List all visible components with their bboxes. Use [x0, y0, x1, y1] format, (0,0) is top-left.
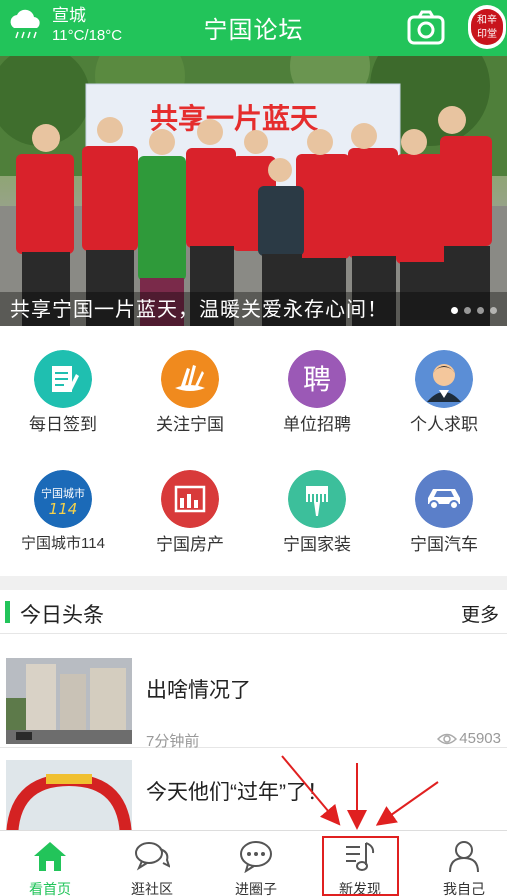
grid-item-property[interactable]: 宁国房产	[127, 446, 253, 556]
tab-discover[interactable]: 新发现	[310, 831, 410, 896]
community-icon	[135, 842, 170, 871]
tab-community[interactable]: 逛社区	[102, 831, 202, 896]
news-item[interactable]: 出啥情况了 7分钟前 45903	[0, 646, 507, 750]
tab-profile[interactable]: 我自己	[414, 831, 507, 896]
app-header: 宣城 11°C/18°C 宁国论坛 和辛 印堂	[0, 0, 507, 56]
carousel-dots[interactable]	[451, 307, 497, 314]
news-thumbnail	[6, 658, 132, 744]
follow-icon	[161, 350, 219, 408]
feature-grid: 每日签到 关注宁国 聘 单位招聘 个人求职 宁国城市 114 宁国城市114 宁…	[0, 326, 507, 576]
eye-icon	[437, 733, 458, 744]
banner-carousel[interactable]: 共享一片蓝天 共享宁国一片蓝天，温暖关爱永存心间！	[0, 56, 507, 326]
tab-label: 看首页	[29, 881, 71, 896]
home-icon	[34, 842, 66, 871]
car-icon	[415, 470, 473, 528]
headlines-title: 今日头条	[20, 604, 104, 627]
checkin-icon	[34, 350, 92, 408]
svg-text:聘: 聘	[303, 363, 331, 396]
grid-label: 宁国房产	[156, 535, 224, 554]
grid-item-follow[interactable]: 关注宁国	[127, 326, 253, 436]
more-link[interactable]: 更多	[461, 600, 499, 627]
grid-label: 宁国城市114	[21, 535, 105, 552]
carousel-dot[interactable]	[477, 307, 484, 314]
banner-photo: 共享一片蓝天	[0, 56, 507, 326]
tab-circles[interactable]: 进圈子	[206, 831, 306, 896]
news-view-count: 45903	[459, 730, 501, 747]
carousel-dot[interactable]	[464, 307, 471, 314]
job-seeker-icon	[415, 350, 473, 408]
profile-icon	[449, 841, 479, 873]
news-title: 出啥情况了	[146, 679, 251, 702]
weather-temperature: 11°C/18°C	[52, 27, 123, 44]
tab-home[interactable]: 看首页	[0, 831, 100, 896]
tab-label: 逛社区	[131, 881, 173, 896]
seal-logo: 和辛 印堂	[471, 9, 503, 45]
cloud-rain-icon	[10, 9, 40, 39]
svg-text:宁国城市: 宁国城市	[41, 486, 85, 500]
grid-item-recruit[interactable]: 聘 单位招聘	[254, 326, 380, 436]
grid-label: 关注宁国	[156, 415, 224, 434]
grid-item-checkin[interactable]: 每日签到	[0, 326, 126, 436]
weather-city: 宣城	[52, 6, 86, 25]
grid-label: 每日签到	[29, 415, 97, 434]
carousel-dot[interactable]	[451, 307, 458, 314]
discover-music-icon	[346, 842, 375, 871]
svg-text:114: 114	[49, 500, 78, 518]
tab-label: 进圈子	[235, 881, 277, 896]
grid-item-city114[interactable]: 宁国城市 114 宁国城市114	[0, 446, 126, 556]
grid-item-job-seeker[interactable]: 个人求职	[381, 326, 507, 436]
news-views: 45903	[437, 730, 501, 747]
circle-chat-icon	[240, 841, 272, 873]
city114-icon: 宁国城市 114	[34, 470, 92, 528]
grid-label: 单位招聘	[283, 415, 351, 434]
property-icon	[161, 470, 219, 528]
grid-label: 宁国家装	[283, 535, 351, 554]
app-title: 宁国论坛	[203, 17, 304, 44]
grid-item-decoration[interactable]: 宁国家装	[254, 446, 380, 556]
recruit-icon: 聘	[288, 350, 346, 408]
camera-icon[interactable]	[406, 8, 446, 48]
decoration-icon	[288, 470, 346, 528]
section-marker	[5, 601, 10, 623]
tab-label: 新发现	[339, 881, 381, 896]
grid-item-car[interactable]: 宁国汽车	[381, 446, 507, 556]
headlines-header: 今日头条 更多	[0, 590, 507, 634]
carousel-dot[interactable]	[490, 307, 497, 314]
tab-label: 我自己	[443, 881, 485, 896]
bottom-tab-bar: 看首页 逛社区 进圈子 新发现 我自己	[0, 830, 507, 896]
avatar[interactable]: 和辛 印堂	[468, 5, 506, 49]
banner-caption: 共享宁国一片蓝天，温暖关爱永存心间！	[10, 299, 388, 321]
banner-sign-text: 共享一片蓝天	[150, 102, 318, 135]
news-title: 今天他们“过年”了！	[146, 781, 328, 804]
grid-label: 个人求职	[410, 415, 478, 434]
weather-widget[interactable]: 宣城 11°C/18°C	[6, 6, 122, 46]
grid-label: 宁国汽车	[410, 535, 478, 554]
